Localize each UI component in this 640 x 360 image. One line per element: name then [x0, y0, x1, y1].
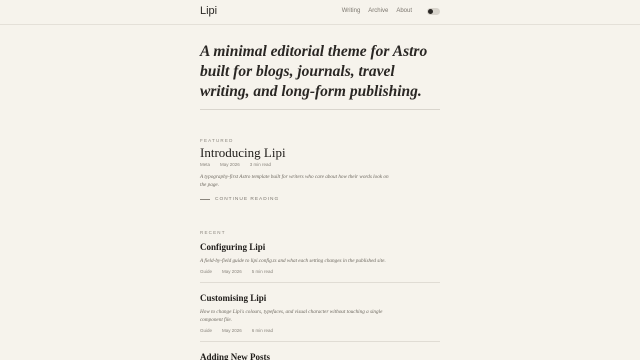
post-title[interactable]: Configuring Lipi	[200, 242, 265, 252]
post-meta: Guide May 2026 6 min read	[200, 328, 273, 333]
featured-eyebrow: FEATURED	[200, 138, 234, 143]
featured-post-meta: Meta May 2026 3 min read	[200, 162, 271, 167]
continue-reading-link[interactable]: CONTINUE READING	[200, 197, 279, 202]
featured-post-excerpt: A typography-first Astro template built …	[200, 173, 430, 189]
meta-date: May 2026	[222, 328, 242, 333]
site-header: Lipi Writing Archive About	[0, 0, 640, 25]
recent-eyebrow: RECENT	[200, 230, 226, 235]
hero-line-1: A minimal editorial theme for Astro	[200, 43, 428, 60]
post-meta: Guide May 2026 5 min read	[200, 269, 273, 274]
meta-category: Guide	[200, 269, 213, 274]
excerpt-line-2: the page.	[200, 182, 220, 188]
hero-tagline: A minimal editorial theme for Astro buil…	[200, 42, 440, 102]
nav-about[interactable]: About	[396, 8, 412, 14]
post-divider	[200, 341, 440, 342]
main-nav: Writing Archive About	[342, 8, 412, 14]
meta-read-time: 5 min read	[251, 269, 274, 274]
excerpt-line-1: A typography-first Astro template built …	[200, 174, 389, 180]
post-excerpt-line-2: component file.	[200, 317, 232, 323]
post-excerpt: How to change Lipi's colours, typefaces,…	[200, 308, 430, 324]
meta-date: May 2026	[220, 162, 240, 167]
meta-read-time: 6 min read	[251, 328, 274, 333]
continue-label: CONTINUE READING	[215, 197, 280, 202]
hero-divider	[200, 109, 440, 110]
nav-writing[interactable]: Writing	[342, 8, 361, 14]
continue-line	[200, 199, 210, 200]
post-excerpt-line-1: How to change Lipi's colours, typefaces,…	[200, 309, 383, 315]
post-excerpt: A field-by-field guide to lipi.config.ts…	[200, 257, 430, 265]
meta-read-time: 3 min read	[249, 162, 272, 167]
featured-post-title[interactable]: Introducing Lipi	[200, 145, 286, 161]
toggle-knob	[428, 9, 433, 14]
post-divider	[200, 282, 440, 283]
post-title[interactable]: Adding New Posts	[200, 352, 270, 360]
post-title[interactable]: Customising Lipi	[200, 293, 266, 303]
site-logo[interactable]: Lipi	[200, 5, 217, 17]
hero-line-3: writing, and long-form publishing.	[200, 83, 422, 100]
meta-category: Guide	[200, 328, 213, 333]
meta-date: May 2026	[222, 269, 242, 274]
hero-line-2: built for blogs, journals, travel	[200, 63, 395, 80]
post-excerpt-line-1: A field-by-field guide to lipi.config.ts…	[200, 258, 386, 264]
meta-category: Meta	[200, 162, 211, 167]
nav-archive[interactable]: Archive	[368, 8, 388, 14]
theme-toggle[interactable]	[427, 8, 440, 15]
